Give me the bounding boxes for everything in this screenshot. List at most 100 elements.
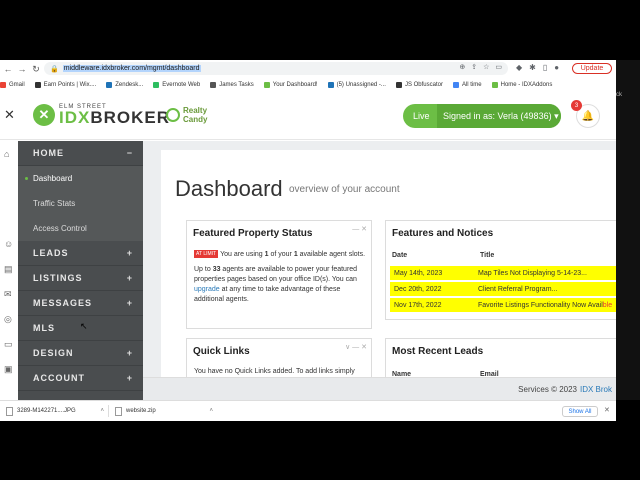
notice-title[interactable]: Map Tiles Not Displaying 5-14-23... xyxy=(478,270,616,277)
table-row[interactable]: Nov 17th, 2022 Favorite Listings Function… xyxy=(390,298,616,312)
partner-logo: Realty Candy xyxy=(166,106,207,124)
sidebar-item-access-control[interactable]: Access Control xyxy=(18,216,143,241)
zoom-icon[interactable]: ⊕ xyxy=(459,63,465,71)
bookmark-star-icon[interactable]: ☆ xyxy=(483,63,489,71)
expand-icon[interactable]: + xyxy=(127,273,133,283)
web-page: ✕ ✕ ELM STREET IDXBROKER Realty Candy Liv… xyxy=(0,92,616,400)
card-controls[interactable]: — ✕ xyxy=(352,225,367,233)
forward-icon[interactable]: → xyxy=(16,63,28,75)
sidebar-item-dashboard[interactable]: Dashboard xyxy=(18,166,143,191)
bookmark-item[interactable]: JS Obfuscator xyxy=(395,81,443,88)
expand-icon[interactable]: + xyxy=(127,373,133,383)
top-bar: ✕ ✕ ELM STREET IDXBROKER Realty Candy Liv… xyxy=(0,92,616,140)
location-icon[interactable]: ◎ xyxy=(4,314,14,324)
browser-chrome: ← → ↻ 🔒 middleware.idxbroker.com/mgmt/da… xyxy=(0,60,616,92)
favicon-icon xyxy=(210,81,217,88)
profile-avatar-icon[interactable]: ● xyxy=(554,63,559,72)
footer-brand-link[interactable]: IDX Brok xyxy=(580,385,612,394)
bookmark-item[interactable]: Your Dashboard! xyxy=(263,81,318,88)
sidebar-item-account[interactable]: ACCOUNT + xyxy=(18,366,143,391)
sidebar-item-home[interactable]: HOME − xyxy=(18,141,143,166)
chevron-up-icon[interactable]: ˄ xyxy=(100,408,104,414)
favicon-icon xyxy=(0,81,6,88)
bookmarks-bar: Gmail Earn Points | Wix.... Zendesk... Ever… xyxy=(0,78,616,91)
sidebar-item-label: DESIGN xyxy=(33,348,74,358)
notice-title-text: Favorite Listings Functionality Now Avai… xyxy=(478,301,603,309)
sidebar-item-label: Traffic Stats xyxy=(33,199,76,208)
url-text: middleware.idxbroker.com/mgmt/dashboard xyxy=(62,65,201,72)
show-all-button[interactable]: Show All xyxy=(562,406,598,417)
notice-title-text: Client Referral Program... xyxy=(478,285,558,293)
address-bar[interactable]: 🔒 middleware.idxbroker.com/mgmt/dashboar… xyxy=(44,62,508,75)
expand-icon[interactable]: + xyxy=(127,348,133,358)
sidebar-item-messages[interactable]: MESSAGES + xyxy=(18,291,143,316)
bookmark-item[interactable]: Zendesk... xyxy=(106,81,143,88)
table-row[interactable]: May 14th, 2023 Map Tiles Not Displaying 5… xyxy=(390,266,616,280)
bookmark-item[interactable]: (5) Unassigned -... xyxy=(327,81,386,88)
bookmark-item[interactable]: All time xyxy=(452,81,482,88)
address-row: ← → ↻ 🔒 middleware.idxbroker.com/mgmt/da… xyxy=(0,60,616,77)
bookmark-item[interactable]: Evernote Web xyxy=(153,81,200,88)
sidebar-item-design[interactable]: DESIGN + xyxy=(18,341,143,366)
screen: ← → ↻ 🔒 middleware.idxbroker.com/mgmt/da… xyxy=(0,0,640,480)
collapse-icon[interactable]: − xyxy=(127,148,133,158)
notice-title[interactable]: Client Referral Program... xyxy=(478,286,616,293)
favicon-icon xyxy=(106,81,113,88)
upgrade-link[interactable]: upgrade xyxy=(194,286,220,293)
notice-title-text: Map Tiles Not Displaying 5-14-23... xyxy=(478,269,587,277)
sidebar-item-traffic-stats[interactable]: Traffic Stats xyxy=(18,191,143,216)
card-title: Most Recent Leads xyxy=(392,346,484,357)
puzzle-icon[interactable]: ✱ xyxy=(529,63,536,72)
table-row[interactable]: Dec 20th, 2022 Client Referral Program... xyxy=(390,282,616,296)
bookmark-item[interactable]: Gmail xyxy=(0,81,25,88)
page-footer: Services © 2023 IDX Brok xyxy=(143,377,616,400)
extension-icon[interactable]: ◆ xyxy=(516,63,522,72)
downloads-bar: 3289-M142271....JPG ˄ website.zip ˄ Show… xyxy=(0,400,616,421)
features-notices-card: Features and Notices Date Title May 14th… xyxy=(385,220,616,320)
close-icon[interactable]: ✕ xyxy=(604,406,610,414)
account-icon[interactable]: ▣ xyxy=(4,364,14,374)
reload-icon[interactable]: ↻ xyxy=(30,63,42,75)
update-button[interactable]: Update xyxy=(572,63,612,74)
user-icon[interactable]: ☺ xyxy=(4,239,14,249)
column-header-title: Title xyxy=(480,252,495,259)
chevron-up-icon[interactable]: ˄ xyxy=(209,408,213,414)
live-label: Live xyxy=(413,111,430,121)
sidebar-icon-rail: ⌂ ☺ ▤ ✉ ◎ ▭ ▣ xyxy=(0,141,18,400)
notice-date: Dec 20th, 2022 xyxy=(394,285,442,293)
sidebar-item-leads[interactable]: LEADS + xyxy=(18,241,143,266)
download-item[interactable]: 3289-M142271....JPG ˄ xyxy=(6,406,104,416)
main-content: Dashboard overview of your account Featu… xyxy=(143,141,616,400)
monitor-icon[interactable]: ▭ xyxy=(4,339,14,349)
lock-icon: 🔒 xyxy=(50,65,59,73)
dashboard-panel: Dashboard overview of your account Featu… xyxy=(161,150,616,400)
notice-title[interactable]: Favorite Listings Functionality Now Avai… xyxy=(478,302,616,309)
sidebar-item-label: ACCOUNT xyxy=(33,373,85,383)
text: available agent slots. xyxy=(297,251,366,258)
page-subtitle: overview of your account xyxy=(289,184,400,195)
bookmark-label: Gmail xyxy=(9,81,25,88)
bookmark-item[interactable]: Home - IDXAddons xyxy=(491,81,553,88)
download-filename: website.zip xyxy=(126,408,156,414)
download-item[interactable]: website.zip ˄ xyxy=(115,406,213,416)
bookmark-item[interactable]: James Tasks xyxy=(210,81,254,88)
card-controls[interactable]: ∨ — ✕ xyxy=(345,343,367,351)
mail-icon[interactable]: ✉ xyxy=(4,289,14,299)
favicon-icon xyxy=(491,81,498,88)
expand-icon[interactable]: + xyxy=(127,298,133,308)
close-menu-icon[interactable]: ✕ xyxy=(4,107,15,123)
back-icon[interactable]: ← xyxy=(2,63,14,75)
expand-icon[interactable]: + xyxy=(127,248,133,258)
idx-broker-logo[interactable]: ✕ ELM STREET IDXBROKER xyxy=(33,104,170,126)
home-icon[interactable]: ⌂ xyxy=(4,149,14,159)
bookmark-label: Home - IDXAddons xyxy=(500,81,553,88)
signed-in-dropdown[interactable]: Signed in as: Verla (49836) ▾ xyxy=(437,104,561,128)
account-pill[interactable]: Live Signed in as: Verla (49836) ▾ xyxy=(403,104,561,128)
listings-icon[interactable]: ▤ xyxy=(4,264,14,274)
text: You are using xyxy=(220,251,265,258)
sidepanel-icon[interactable]: ▯ xyxy=(543,63,547,72)
sidebar-item-listings[interactable]: LISTINGS + xyxy=(18,266,143,291)
bookmark-item[interactable]: Earn Points | Wix.... xyxy=(34,81,96,88)
tab-icon[interactable]: ▭ xyxy=(495,63,502,71)
share-icon[interactable]: ⇪ xyxy=(471,63,477,71)
